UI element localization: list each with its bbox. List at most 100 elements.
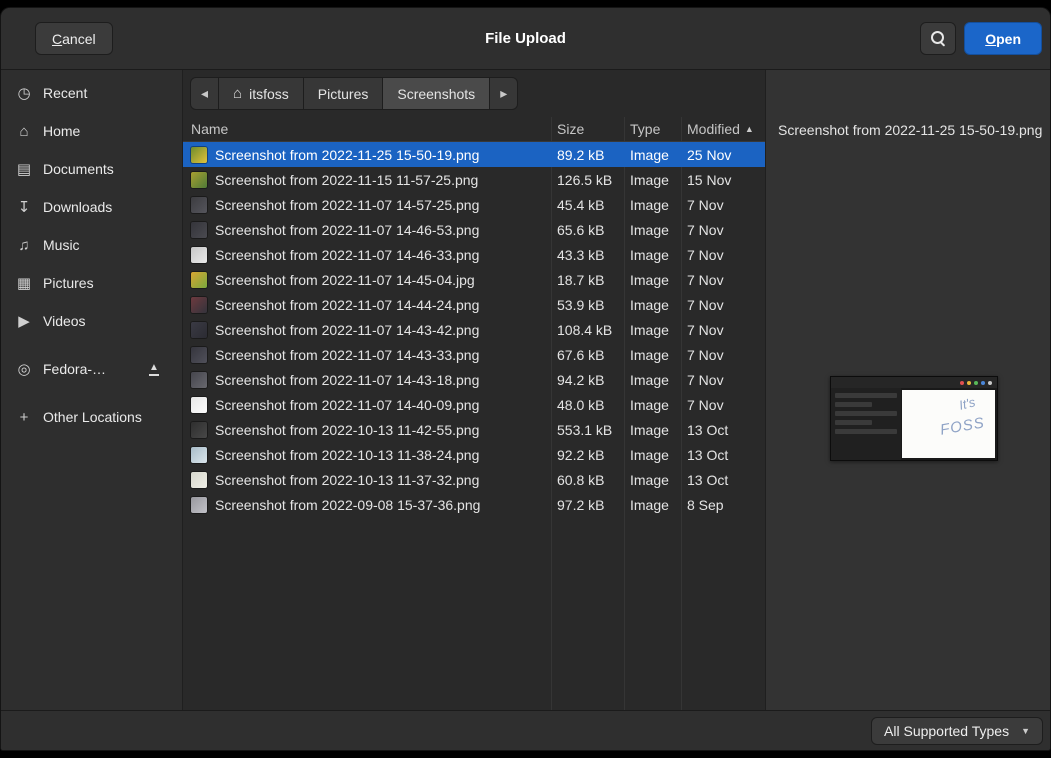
bottom-bar: All Supported Types ▼ (1, 710, 1050, 750)
file-row[interactable]: Screenshot from 2022-11-07 14-45-04.jpg … (183, 267, 765, 292)
sidebar-item-label: Documents (43, 161, 114, 177)
search-button[interactable] (920, 22, 956, 55)
breadcrumb-item[interactable]: ⌂ itsfoss (219, 77, 304, 110)
sidebar-item-icon: ⌂ (15, 123, 33, 140)
eject-icon: ▲ (149, 363, 159, 376)
file-type: Image (624, 422, 681, 438)
sidebar-item-icon: + (15, 409, 33, 426)
sidebar-item[interactable]: ♫ Music (7, 228, 176, 262)
forward-button[interactable]: ▸ (490, 77, 518, 110)
list-header: Name Size Type Modified ▲ (183, 117, 765, 142)
sidebar-item[interactable]: ◎ Fedora-… ▲ (7, 352, 176, 386)
file-name-cell: Screenshot from 2022-09-08 15-37-36.png (183, 497, 551, 513)
preview-pane: Screenshot from 2022-11-25 15-50-19.png (766, 70, 1050, 710)
file-size: 553.1 kB (551, 422, 624, 438)
open-button[interactable]: Open (964, 22, 1042, 55)
file-type: Image (624, 322, 681, 338)
sidebar-item[interactable]: ↧ Downloads (7, 190, 176, 224)
file-name: Screenshot from 2022-11-07 14-46-53.png (215, 222, 479, 238)
column-header-modified[interactable]: Modified ▲ (681, 121, 765, 137)
file-size: 126.5 kB (551, 172, 624, 188)
search-icon (931, 31, 946, 46)
sidebar-item-label: Downloads (43, 199, 112, 215)
sidebar-item-label: Videos (43, 313, 86, 329)
cancel-button[interactable]: Cancel (35, 22, 113, 55)
sidebar-item-icon: ▦ (15, 274, 33, 292)
file-name: Screenshot from 2022-10-13 11-38-24.png (215, 447, 479, 463)
back-button[interactable]: ◂ (190, 77, 219, 110)
file-thumbnail-icon (191, 447, 207, 463)
preview-thumb-body: It's FOSS (831, 388, 997, 460)
file-name-cell: Screenshot from 2022-10-13 11-37-32.png (183, 472, 551, 488)
file-thumbnail-icon (191, 347, 207, 363)
file-row[interactable]: Screenshot from 2022-11-07 14-43-33.png … (183, 342, 765, 367)
column-header-size[interactable]: Size (551, 121, 624, 137)
file-row[interactable]: Screenshot from 2022-11-15 11-57-25.png … (183, 167, 765, 192)
file-type: Image (624, 397, 681, 413)
file-row[interactable]: Screenshot from 2022-11-07 14-43-42.png … (183, 317, 765, 342)
breadcrumb-item[interactable]: Pictures (304, 77, 384, 110)
file-modified: 15 Nov (681, 172, 765, 188)
sidebar-item-label: Fedora-… (43, 361, 106, 377)
file-type: Image (624, 497, 681, 513)
file-thumbnail-icon (191, 372, 207, 388)
file-row[interactable]: Screenshot from 2022-10-13 11-37-32.png … (183, 467, 765, 492)
file-name-cell: Screenshot from 2022-11-07 14-46-33.png (183, 247, 551, 263)
file-size: 65.6 kB (551, 222, 624, 238)
file-row[interactable]: Screenshot from 2022-11-07 14-57-25.png … (183, 192, 765, 217)
column-header-type[interactable]: Type (624, 121, 681, 137)
file-name-cell: Screenshot from 2022-11-07 14-43-42.png (183, 322, 551, 338)
file-type: Image (624, 347, 681, 363)
sidebar-item[interactable]: ◷ Recent (7, 76, 176, 110)
sidebar-item-icon: ↧ (15, 198, 33, 216)
file-modified: 7 Nov (681, 397, 765, 413)
file-name: Screenshot from 2022-11-07 14-43-18.png (215, 372, 479, 388)
file-size: 53.9 kB (551, 297, 624, 313)
preview-thumb-text: It's (957, 394, 976, 412)
file-type: Image (624, 197, 681, 213)
file-row[interactable]: Screenshot from 2022-11-07 14-46-53.png … (183, 217, 765, 242)
file-row[interactable]: Screenshot from 2022-10-13 11-38-24.png … (183, 442, 765, 467)
sidebar-item[interactable]: ▤ Documents (7, 152, 176, 186)
file-type: Image (624, 247, 681, 263)
file-type: Image (624, 172, 681, 188)
file-modified: 25 Nov (681, 147, 765, 163)
sidebar-item-label: Other Locations (43, 409, 142, 425)
file-size: 89.2 kB (551, 147, 624, 163)
column-header-name[interactable]: Name (183, 121, 551, 137)
eject-button[interactable]: ▲ (140, 355, 168, 383)
file-modified: 7 Nov (681, 272, 765, 288)
decorative-bar (835, 393, 897, 398)
file-modified: 7 Nov (681, 322, 765, 338)
file-browser: ◂ ⌂ itsfoss Pictures (183, 70, 766, 710)
sidebar-item-label: Recent (43, 85, 87, 101)
file-modified: 7 Nov (681, 197, 765, 213)
file-row[interactable]: Screenshot from 2022-11-07 14-46-33.png … (183, 242, 765, 267)
file-row[interactable]: Screenshot from 2022-11-07 14-43-18.png … (183, 367, 765, 392)
file-thumbnail-icon (191, 222, 207, 238)
breadcrumb-item[interactable]: Screenshots (383, 77, 490, 110)
file-size: 43.3 kB (551, 247, 624, 263)
header-actions: Open (920, 22, 1042, 55)
file-thumbnail-icon (191, 472, 207, 488)
file-row[interactable]: Screenshot from 2022-11-07 14-40-09.png … (183, 392, 765, 417)
file-type-filter-dropdown[interactable]: All Supported Types ▼ (871, 717, 1043, 745)
file-row[interactable]: Screenshot from 2022-11-07 14-44-24.png … (183, 292, 765, 317)
file-name-cell: Screenshot from 2022-11-07 14-40-09.png (183, 397, 551, 413)
file-thumbnail-icon (191, 497, 207, 513)
file-name-cell: Screenshot from 2022-10-13 11-42-55.png (183, 422, 551, 438)
decorative-bar (835, 420, 872, 425)
sidebar-item[interactable]: + Other Locations (7, 400, 176, 434)
file-row[interactable]: Screenshot from 2022-09-08 15-37-36.png … (183, 492, 765, 517)
palette-dot-icon (974, 381, 978, 385)
sidebar-item[interactable]: ⌂ Home (7, 114, 176, 148)
file-name-cell: Screenshot from 2022-11-15 11-57-25.png (183, 172, 551, 188)
sidebar-item[interactable]: ▦ Pictures (7, 266, 176, 300)
sidebar-item[interactable]: ▶ Videos (7, 304, 176, 338)
file-row[interactable]: Screenshot from 2022-11-25 15-50-19.png … (183, 142, 765, 167)
file-name-cell: Screenshot from 2022-11-07 14-43-18.png (183, 372, 551, 388)
file-name-cell: Screenshot from 2022-11-07 14-46-53.png (183, 222, 551, 238)
file-row[interactable]: Screenshot from 2022-10-13 11-42-55.png … (183, 417, 765, 442)
file-type: Image (624, 372, 681, 388)
file-name: Screenshot from 2022-11-07 14-44-24.png (215, 297, 479, 313)
